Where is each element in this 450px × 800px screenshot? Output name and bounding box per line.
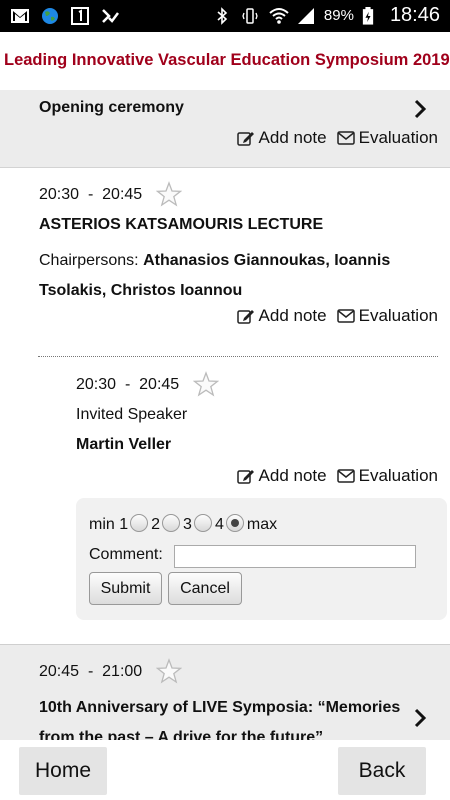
speaker-name: Martin Veller [76,436,172,453]
clock: 18:46 [389,4,440,26]
favorite-star-icon[interactable] [156,181,182,207]
battery-charging-icon [362,6,382,26]
rating-option-1-label: 1 [119,515,129,533]
wifi-icon [268,6,289,26]
add-note-button[interactable]: Add note [236,128,327,148]
evaluation-label: Evaluation [358,466,438,485]
gmail-icon [10,6,30,26]
rating-radio-max[interactable] [225,514,244,532]
end-time: 20:45 [139,376,180,393]
evaluation-button[interactable]: Evaluation [336,128,438,148]
envelope-icon [336,309,355,323]
rating-option-4-label: 4 [214,515,224,533]
submit-button[interactable]: Submit [89,572,162,605]
cancel-button[interactable]: Cancel [168,572,242,605]
chairpersons-label: Chairpersons: [39,252,139,269]
chevron-right-icon[interactable] [413,707,427,729]
status-bar: 89% 18:46 [0,0,450,32]
rating-max-label: max [246,515,278,533]
rating-min-label: min [89,515,115,533]
chairpersons-names-line1: Athanasios Giannoukas, Ioannis [143,252,391,269]
calendar-one-icon [70,6,90,26]
start-time: 20:30 [39,186,80,203]
chairpersons: Chairpersons: Athanasios Giannoukas, Ioa… [39,246,439,306]
comment-label: Comment: [89,546,163,563]
app-title: Leading Innovative Vascular Education Sy… [0,32,450,90]
talk-role: Invited Speaker [76,406,188,423]
divider [38,356,438,357]
download-check-icon [100,6,120,26]
session-title: ASTERIOS KATSAMOURIS LECTURE [39,216,324,233]
favorite-star-icon[interactable] [193,371,219,397]
vibrate-icon [240,6,260,26]
evaluation-form: min 1 2 3 4 max Comment: Submit Cancel [76,498,447,620]
bottom-nav: Home Back [0,740,450,800]
add-note-button[interactable]: Add note [236,306,327,326]
chairpersons-names-line2: Tsolakis, Christos Ioannou [39,282,243,299]
rating-option-3-label: 3 [183,515,192,533]
evaluation-button[interactable]: Evaluation [336,466,438,486]
rating-option-2-label: 2 [151,515,161,533]
session-title-line1: 10th Anniversary of LIVE Symposia: “Memo… [39,699,401,716]
rating-radio-group: min 1 2 3 4 max [89,514,277,535]
battery-percentage: 89% [323,7,354,24]
edit-note-icon [236,132,254,146]
session-time: 20:45 - 21:00 [39,663,142,681]
add-note-button[interactable]: Add note [236,466,327,486]
edit-note-icon [236,310,254,324]
favorite-star-icon[interactable] [156,658,182,684]
evaluation-label: Evaluation [358,128,438,147]
session-anniversary[interactable]: 20:45 - 21:00 10th Anniversary of LIVE S… [0,645,450,746]
rating-radio-2[interactable] [162,514,181,532]
rating-radio-1[interactable] [130,514,149,532]
rating-radio-3[interactable] [193,514,212,532]
back-button[interactable]: Back [338,747,426,795]
bluetooth-icon [212,6,232,26]
start-time: 20:45 [39,663,80,680]
add-note-label: Add note [258,466,327,485]
start-time: 20:30 [76,376,117,393]
envelope-icon [336,469,355,483]
session-lecture: 20:30 - 20:45 ASTERIOS KATSAMOURIS LECTU… [0,168,450,645]
add-note-label: Add note [258,128,327,147]
session-title: Opening ceremony [39,99,184,116]
envelope-icon [336,131,355,145]
evaluation-button[interactable]: Evaluation [336,306,438,326]
globe-icon [40,6,60,26]
edit-note-icon [236,470,254,484]
talk-time: 20:30 - 20:45 [76,376,179,394]
chevron-right-icon[interactable] [413,98,427,120]
signal-icon [296,6,316,26]
home-button[interactable]: Home [19,747,107,795]
time-separator: - [87,186,94,203]
comment-input[interactable] [174,545,416,568]
end-time: 21:00 [102,663,143,680]
evaluation-label: Evaluation [358,306,438,325]
time-separator: - [87,663,94,680]
end-time: 20:45 [102,186,143,203]
time-separator: - [124,376,131,393]
session-time: 20:30 - 20:45 [39,186,142,204]
add-note-label: Add note [258,306,327,325]
session-opening-ceremony[interactable]: Opening ceremony Add note Evaluation [0,90,450,168]
